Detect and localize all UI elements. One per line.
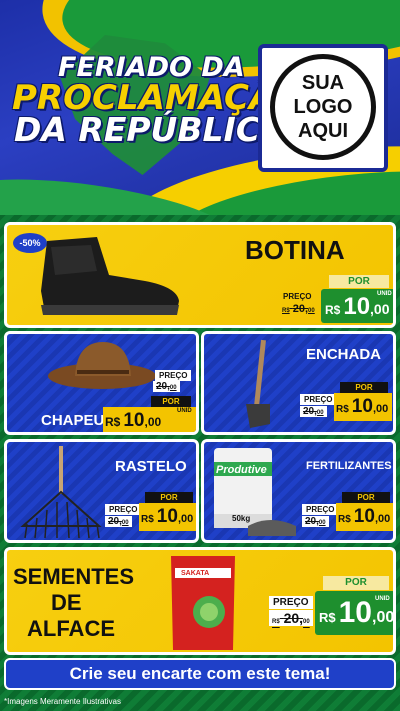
- price-int: 10: [343, 293, 371, 320]
- product-name-line-2: DE: [51, 590, 82, 615]
- old-price-value: 20,: [283, 610, 304, 626]
- hoe-icon: [246, 339, 270, 428]
- price-int: 10: [351, 396, 373, 417]
- old-price-cents: 00: [318, 520, 326, 526]
- product-name: RASTELO: [115, 458, 187, 475]
- por-label: POR: [342, 492, 390, 503]
- old-price: 20,00: [153, 381, 180, 392]
- preco-label: PREÇO: [283, 292, 312, 301]
- bag-label: Produtive: [216, 464, 267, 476]
- header-banner: FERIADO DA PROCLAMAÇÃO DA REPÚBLICA SUA …: [0, 0, 400, 215]
- unit-label: UNID: [375, 596, 390, 602]
- logo-text-1: SUA: [301, 72, 345, 94]
- price-tag: POR PREÇO R$ 20,00 R$ 10 ,00 UNID: [267, 576, 395, 650]
- product-name: ENCHADA: [306, 346, 381, 363]
- price-cents: ,00: [374, 513, 391, 525]
- price-cents: ,00: [372, 609, 395, 626]
- product-card-enchada[interactable]: ENCHADA POR PREÇO 20,00 R$ 10 ,00: [201, 331, 396, 435]
- boot-icon: [41, 237, 179, 315]
- product-card-chapeu[interactable]: CHAPEU PREÇO 20,00 POR R$ 10 ,00 UNID: [4, 331, 199, 435]
- hat-icon: [48, 342, 156, 389]
- preco-label: PREÇO: [105, 504, 142, 515]
- product-card-rastelo[interactable]: RASTELO POR PREÇO 20,00 R$ 10 ,00: [4, 439, 199, 543]
- price-tag: POR PREÇO 20,00 R$ 10 ,00: [300, 382, 392, 432]
- product-name: FERTILIZANTES: [306, 460, 392, 472]
- price-int: 10: [156, 506, 178, 527]
- old-price-value: 20,: [303, 406, 317, 417]
- currency: R$: [319, 610, 336, 625]
- currency: R$: [105, 415, 121, 429]
- old-price-value: 20,: [108, 516, 122, 527]
- preco-label: PREÇO: [269, 596, 313, 609]
- new-price: R$ 10 ,00: [105, 410, 161, 432]
- logo-text-3: AQUI: [298, 120, 348, 142]
- logo-placeholder[interactable]: SUA LOGO AQUI: [258, 44, 388, 172]
- new-price: R$ 10 ,00: [336, 396, 388, 418]
- pack-brand: SAKATA: [181, 570, 210, 577]
- logo-text-2: LOGO: [293, 96, 353, 118]
- price-cents: ,00: [372, 403, 389, 415]
- old-price: 20,00: [300, 406, 327, 417]
- price-tag: POR PREÇO 20,00 R$ 10 ,00: [105, 492, 196, 540]
- currency: R$: [338, 514, 351, 525]
- product-name: CHAPEU: [41, 412, 105, 429]
- currency: R$: [325, 303, 341, 317]
- flyer: FERIADO DA PROCLAMAÇÃO DA REPÚBLICA SUA …: [0, 0, 400, 711]
- title-line-3: DA REPÚBLICA: [14, 110, 286, 149]
- new-price: R$ 10 ,00: [141, 506, 193, 528]
- create-flyer-button[interactable]: Crie seu encarte com este tema!: [4, 658, 396, 690]
- currency: R$: [141, 514, 154, 525]
- preco-label: PREÇO: [300, 394, 337, 405]
- product-card-botina[interactable]: -50% BOTINA POR PREÇO R$ 20,00 R$ 10 ,00…: [4, 222, 396, 328]
- price-int: 10: [353, 506, 375, 527]
- product-name-line-1: SEMENTES: [13, 564, 135, 589]
- old-price-value: 20,: [305, 516, 319, 527]
- price-int: 10: [338, 596, 372, 629]
- preco-label: PREÇO: [155, 370, 192, 381]
- por-label: POR: [323, 576, 389, 590]
- old-price: R$ 20,00: [279, 303, 318, 315]
- por-label: POR: [329, 275, 389, 288]
- logo-circle: SUA LOGO AQUI: [270, 54, 376, 160]
- unit-label: UNID: [377, 291, 392, 297]
- por-label: POR: [145, 492, 193, 503]
- price-cents: ,00: [370, 301, 390, 317]
- old-price-cents: 00: [303, 619, 310, 625]
- preco-label: PREÇO: [302, 504, 339, 515]
- product-card-sementes-alface[interactable]: SEMENTES DE ALFACE SAKATA POR PREÇO R$ 2…: [4, 547, 396, 655]
- old-price: 20,00: [302, 516, 329, 527]
- old-price-cents: 00: [169, 385, 177, 391]
- disclaimer: *Imagens Meramente Ilustrativas: [4, 697, 121, 706]
- old-price-value: 20,: [292, 303, 309, 315]
- product-card-fertilizantes[interactable]: Produtive 50kg FERTILIZANTES POR PREÇO 2…: [201, 439, 396, 543]
- old-price-cents: 00: [121, 520, 129, 526]
- rake-icon: [20, 446, 102, 539]
- unit-label: UNID: [177, 408, 192, 414]
- fertilizer-bag-icon: [214, 448, 296, 536]
- price-cents: ,00: [144, 415, 162, 429]
- new-price: R$ 10 ,00: [325, 293, 390, 321]
- por-label: POR: [340, 382, 388, 393]
- price-tag: PREÇO 20,00 POR R$ 10 ,00 UNID: [103, 370, 196, 432]
- old-price: R$ 20,00: [269, 610, 313, 626]
- price-tag: POR PREÇO 20,00 R$ 10 ,00: [302, 492, 393, 540]
- product-name: BOTINA: [245, 235, 345, 265]
- por-label: POR: [151, 396, 191, 407]
- bag-weight: 50kg: [232, 514, 251, 523]
- new-price: R$ 10 ,00: [338, 506, 390, 528]
- price-cents: ,00: [177, 513, 194, 525]
- product-name-line-3: ALFACE: [27, 616, 115, 641]
- old-price-value: 20,: [156, 381, 170, 392]
- old-price-cents: 00: [316, 410, 324, 416]
- old-price-cents: 00: [308, 308, 315, 314]
- old-price-currency: R$: [272, 619, 280, 625]
- price-tag: POR PREÇO R$ 20,00 R$ 10 ,00 UNID: [279, 275, 393, 325]
- seed-packet-icon: [171, 556, 235, 650]
- old-price-currency: R$: [282, 308, 290, 314]
- old-price: 20,00: [105, 516, 132, 527]
- price-int: 10: [123, 410, 145, 431]
- currency: R$: [336, 404, 349, 415]
